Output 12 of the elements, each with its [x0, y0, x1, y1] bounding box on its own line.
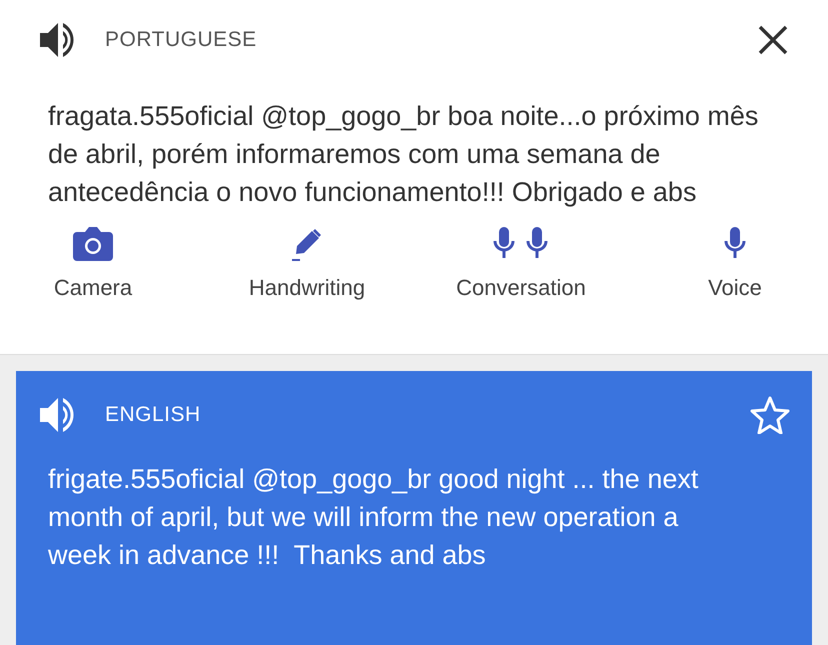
- star-icon[interactable]: [750, 396, 790, 434]
- close-icon[interactable]: [758, 25, 788, 55]
- translation-text: frigate.555oficial @top_gogo_br good night ... the next month of april, but we will inform the new operation a week in advance !!! Thanks and abs: [48, 463, 700, 572]
- input-mode-button[interactable]: Conversation: [414, 223, 628, 301]
- input-mode-button[interactable]: Voice: [628, 223, 828, 301]
- target-language-label: ENGLISH: [105, 403, 202, 427]
- source-language-label[interactable]: PORTUGUESE: [105, 28, 758, 52]
- pen-icon: [292, 229, 322, 261]
- camera-icon: [73, 227, 113, 261]
- source-text[interactable]: fragata.555oficial @top_gogo_br boa noite...o próximo mês de abril, porém informaremos com uma semana de antecedência o novo funcionamento!!! Obrigado e abs: [48, 97, 768, 211]
- input-mode-button[interactable]: Camera: [0, 223, 200, 301]
- input-mode-button[interactable]: Handwriting: [200, 223, 414, 301]
